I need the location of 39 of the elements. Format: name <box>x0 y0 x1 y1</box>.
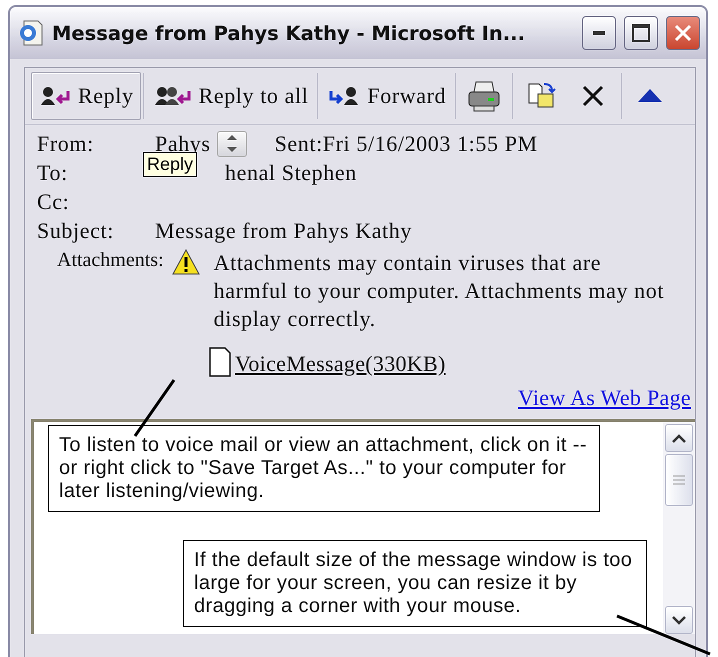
window-title: Message from Pahys Kathy - Microsoft In... <box>52 22 526 44</box>
maximize-button[interactable] <box>624 16 658 50</box>
close-button[interactable] <box>666 16 700 50</box>
maximize-icon <box>632 24 650 42</box>
minimize-icon <box>593 31 605 35</box>
toolbar-button[interactable]: Reply <box>31 72 141 120</box>
browser-page-icon <box>18 19 44 47</box>
tooltip: Reply <box>143 152 198 177</box>
printer-icon <box>466 80 502 112</box>
warning-message: Attachments may contain viruses that are harmful to your computer. Attachments may not display correctly. <box>214 249 666 333</box>
scrollbar[interactable] <box>663 422 695 634</box>
down-triangle-icon <box>226 147 237 152</box>
scroll-down-button[interactable] <box>665 606 693 634</box>
sent-date: Sent:Fri 5/16/2003 1:55 PM <box>274 130 538 156</box>
toolbar-button[interactable]: Forward <box>320 72 454 120</box>
minimize-button[interactable] <box>582 16 616 50</box>
toolbar-button[interactable]: Reply to all <box>146 72 316 120</box>
leader-line <box>134 379 176 437</box>
chevron-down-icon <box>672 616 686 624</box>
document-icon <box>209 347 231 377</box>
field-label: From: <box>37 130 95 156</box>
field-value: henal Stephen <box>225 160 357 186</box>
up-triangle-icon <box>226 135 237 140</box>
field-label: Subject: <box>37 218 115 244</box>
attachment-link[interactable]: VoiceMessage(330KB) <box>235 351 446 377</box>
up-arrow-icon <box>637 88 664 104</box>
field-label: Cc: <box>37 188 70 214</box>
scroll-thumb[interactable] <box>665 454 693 506</box>
view-as-web-page-link[interactable]: View As Web Page <box>518 385 691 411</box>
attachments-label: Attachments: <box>57 249 164 272</box>
callout-text: To listen to voice mail or view an attachment, click on it -- or right click to "Save Target As..." to your computer for later listening/viewing. <box>48 425 600 512</box>
warning-icon <box>172 249 200 275</box>
spin-button[interactable] <box>216 130 247 156</box>
delete-icon <box>582 85 604 107</box>
chevron-up-icon <box>672 434 686 442</box>
field-value: Message from Pahys Kathy <box>155 218 412 244</box>
callout-text: If the default size of the message window is too large for your screen, you can resize it by dragging a corner with your mouse. <box>183 540 647 627</box>
scroll-up-button[interactable] <box>665 424 693 452</box>
close-icon <box>674 24 692 42</box>
